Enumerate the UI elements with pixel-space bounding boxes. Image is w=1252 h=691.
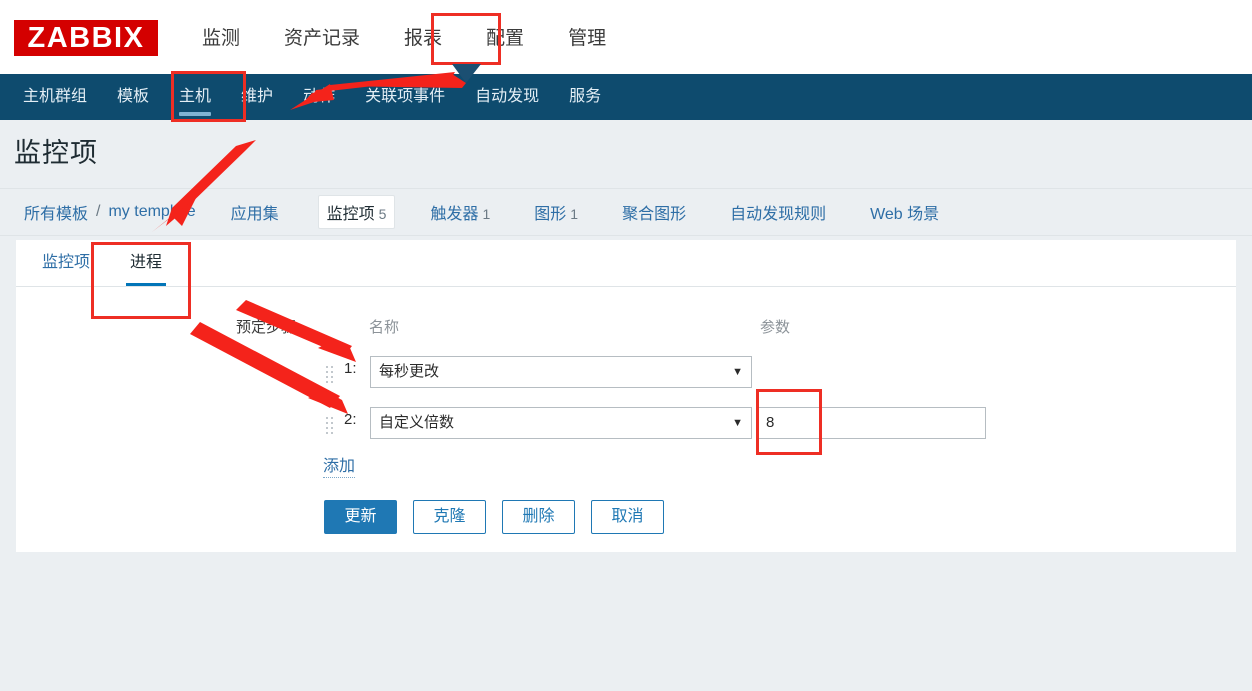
- drag-handle-icon[interactable]: [326, 417, 336, 439]
- main-menu-item-monitoring[interactable]: 监测: [180, 23, 262, 55]
- breadcrumb-current-template[interactable]: my template: [108, 203, 195, 221]
- delete-button[interactable]: 删除: [502, 500, 575, 534]
- add-step-link[interactable]: 添加: [323, 457, 356, 478]
- sub-nav-item-hosts[interactable]: 主机: [164, 74, 226, 120]
- main-menu-item-inventory[interactable]: 资产记录: [262, 23, 382, 55]
- object-tab-label: 触发器: [430, 206, 479, 223]
- label-params-column: 参数: [760, 319, 791, 336]
- step-parameter-input[interactable]: 8: [757, 407, 986, 439]
- step-type-select[interactable]: 每秒更改 ▼: [370, 356, 752, 388]
- breadcrumb-separator: /: [96, 203, 101, 220]
- object-tab-label: 图形: [534, 206, 567, 223]
- preprocessing-step-row: 2: 自定义倍数 ▼ 8: [0, 407, 1252, 449]
- step-type-select[interactable]: 自定义倍数 ▼: [370, 407, 752, 439]
- step-index: 1:: [344, 360, 357, 377]
- step-index: 2:: [344, 411, 357, 428]
- main-menu-item-reports[interactable]: 报表: [382, 23, 464, 55]
- drag-handle-icon[interactable]: [326, 366, 336, 388]
- sub-nav-item-discovery[interactable]: 自动发现: [460, 74, 554, 120]
- label-name-column: 名称: [369, 319, 400, 336]
- chevron-down-icon: ▼: [732, 417, 743, 429]
- form-column-labels: 预定步骤 名称 参数: [0, 316, 1252, 340]
- sub-navigation-bar: 主机群组 模板 主机 维护 动作 关联项事件 自动发现 服务: [0, 74, 1252, 120]
- object-tab-label: 应用集: [230, 206, 279, 223]
- step-type-value: 自定义倍数: [379, 414, 455, 431]
- object-tab-count: 5: [378, 206, 387, 222]
- form-tab-preprocessing[interactable]: 进程: [116, 240, 176, 286]
- preprocessing-step-row: 1: 每秒更改 ▼: [0, 356, 1252, 398]
- top-header: ZABBIX 监测 资产记录 报表 配置 管理: [0, 0, 1252, 74]
- main-menu: 监测 资产记录 报表 配置 管理: [180, 22, 628, 56]
- update-button[interactable]: 更新: [324, 500, 397, 534]
- object-tab-label: 聚合图形: [622, 206, 687, 223]
- clone-button[interactable]: 克隆: [413, 500, 486, 534]
- breadcrumb-all-templates[interactable]: 所有模板: [24, 200, 88, 224]
- form-tab-bar: 监控项 进程: [16, 240, 1236, 287]
- object-tab-label: 监控项: [326, 206, 375, 223]
- object-tab-web-scenarios[interactable]: Web 场景: [861, 195, 948, 229]
- form-action-buttons: 更新 克隆 删除 取消: [324, 500, 664, 534]
- object-tab-applications[interactable]: 应用集: [222, 195, 292, 229]
- object-tab-items[interactable]: 监控项 5: [317, 195, 396, 229]
- sub-nav-item-templates[interactable]: 模板: [102, 74, 164, 120]
- object-tab-graphs[interactable]: 图形 1: [525, 195, 587, 229]
- main-menu-item-configuration[interactable]: 配置: [464, 23, 546, 55]
- object-tab-count: 1: [570, 206, 579, 222]
- page-title: 监控项: [14, 138, 98, 168]
- sub-navigation-items: 主机群组 模板 主机 维护 动作 关联项事件 自动发现 服务: [8, 74, 616, 120]
- object-tab-triggers[interactable]: 触发器 1: [421, 195, 499, 229]
- step-type-value: 每秒更改: [379, 363, 440, 380]
- form-tab-item[interactable]: 监控项: [28, 240, 104, 286]
- zabbix-logo[interactable]: ZABBIX: [14, 20, 158, 56]
- sub-nav-item-services[interactable]: 服务: [554, 74, 616, 120]
- cancel-button[interactable]: 取消: [591, 500, 664, 534]
- object-tab-count: 1: [482, 206, 491, 222]
- sub-nav-item-actions[interactable]: 动作: [288, 74, 350, 120]
- object-tab-discovery-rules[interactable]: 自动发现规则: [721, 195, 835, 229]
- object-tab-screens[interactable]: 聚合图形: [613, 195, 695, 229]
- main-menu-item-administration[interactable]: 管理: [546, 23, 628, 55]
- object-tab-label: 自动发现规则: [730, 206, 827, 223]
- object-tab-bar: 所有模板 / my template 应用集 监控项 5 触发器 1 图形 1 聚合图…: [0, 188, 1252, 236]
- sub-nav-item-correlation-events[interactable]: 关联项事件: [350, 74, 460, 120]
- object-tab-label: Web 场景: [870, 206, 940, 223]
- label-preprocessing-steps: 预定步骤: [236, 319, 297, 336]
- sub-nav-item-host-groups[interactable]: 主机群组: [8, 74, 102, 120]
- chevron-down-icon: ▼: [732, 366, 743, 378]
- sub-nav-item-maintenance[interactable]: 维护: [226, 74, 288, 120]
